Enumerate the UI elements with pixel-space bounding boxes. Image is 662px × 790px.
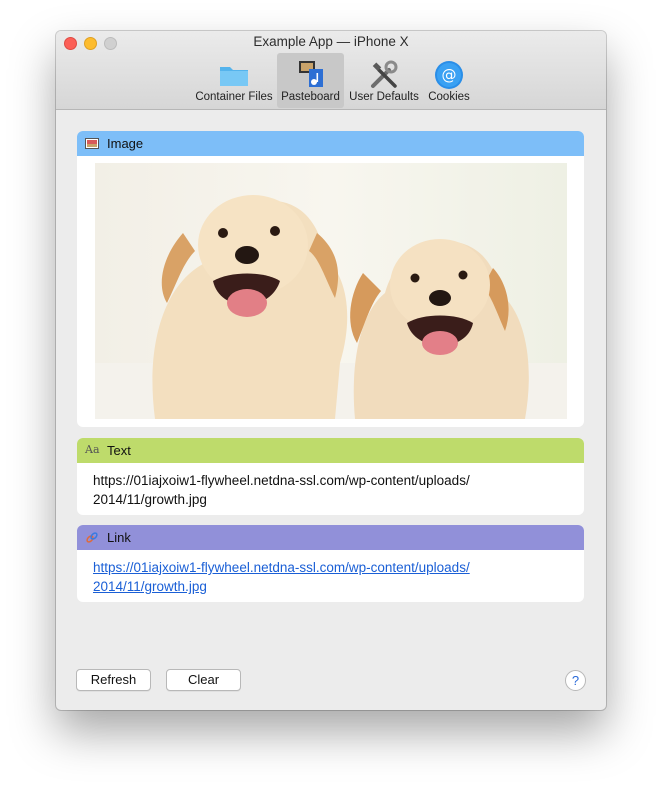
toolbar-label: Pasteboard bbox=[281, 91, 340, 103]
puppies-photo bbox=[95, 163, 567, 419]
text-section: Aa Text https://01iajxoiw1-flywheel.netd… bbox=[77, 438, 584, 515]
help-button[interactable]: ? bbox=[565, 670, 586, 691]
section-title: Link bbox=[107, 530, 131, 545]
link-url-line[interactable]: 2014/11/growth.jpg bbox=[93, 577, 584, 596]
link-section: Link https://01iajxoiw1-flywheel.netdna-… bbox=[77, 525, 584, 602]
image-section-header: Image bbox=[77, 131, 584, 156]
link-icon bbox=[86, 532, 98, 543]
titlebar: Example App — iPhone X Container Files P… bbox=[56, 31, 606, 110]
toolbar-item-user-defaults[interactable]: User Defaults bbox=[345, 53, 423, 108]
section-title: Text bbox=[107, 443, 131, 458]
tools-icon bbox=[371, 60, 398, 88]
link-url-line[interactable]: https://01iajxoiw1-flywheel.netdna-ssl.c… bbox=[93, 558, 584, 577]
toolbar-label: User Defaults bbox=[349, 91, 419, 103]
text-line: https://01iajxoiw1-flywheel.netdna-ssl.c… bbox=[93, 473, 470, 488]
at-sign-icon: @ bbox=[435, 61, 463, 89]
toolbar-item-pasteboard[interactable]: Pasteboard bbox=[277, 53, 344, 108]
link-section-body: https://01iajxoiw1-flywheel.netdna-ssl.c… bbox=[77, 550, 584, 596]
text-format-icon: Aa bbox=[85, 443, 100, 456]
image-section-body bbox=[77, 156, 584, 427]
folder-icon bbox=[220, 67, 248, 86]
image-icon bbox=[85, 138, 99, 149]
toolbar-item-cookies[interactable]: @ Cookies bbox=[424, 53, 474, 108]
app-window: Example App — iPhone X Container Files P… bbox=[56, 31, 606, 710]
toolbar-item-container-files[interactable]: Container Files bbox=[192, 53, 276, 108]
refresh-button[interactable]: Refresh bbox=[76, 669, 151, 691]
text-section-header: Aa Text bbox=[77, 438, 584, 463]
svg-text:@: @ bbox=[442, 66, 457, 84]
window-title: Example App — iPhone X bbox=[253, 34, 409, 49]
image-section: Image bbox=[77, 131, 584, 427]
link-section-header: Link bbox=[77, 525, 584, 550]
toolbar-label: Cookies bbox=[428, 91, 470, 103]
clear-button[interactable]: Clear bbox=[166, 669, 241, 691]
pasteboard-icon bbox=[298, 61, 323, 87]
section-title: Image bbox=[107, 136, 144, 151]
toolbar-label: Container Files bbox=[195, 91, 273, 103]
text-line: 2014/11/growth.jpg bbox=[93, 492, 207, 507]
text-section-body[interactable]: https://01iajxoiw1-flywheel.netdna-ssl.c… bbox=[77, 463, 584, 509]
